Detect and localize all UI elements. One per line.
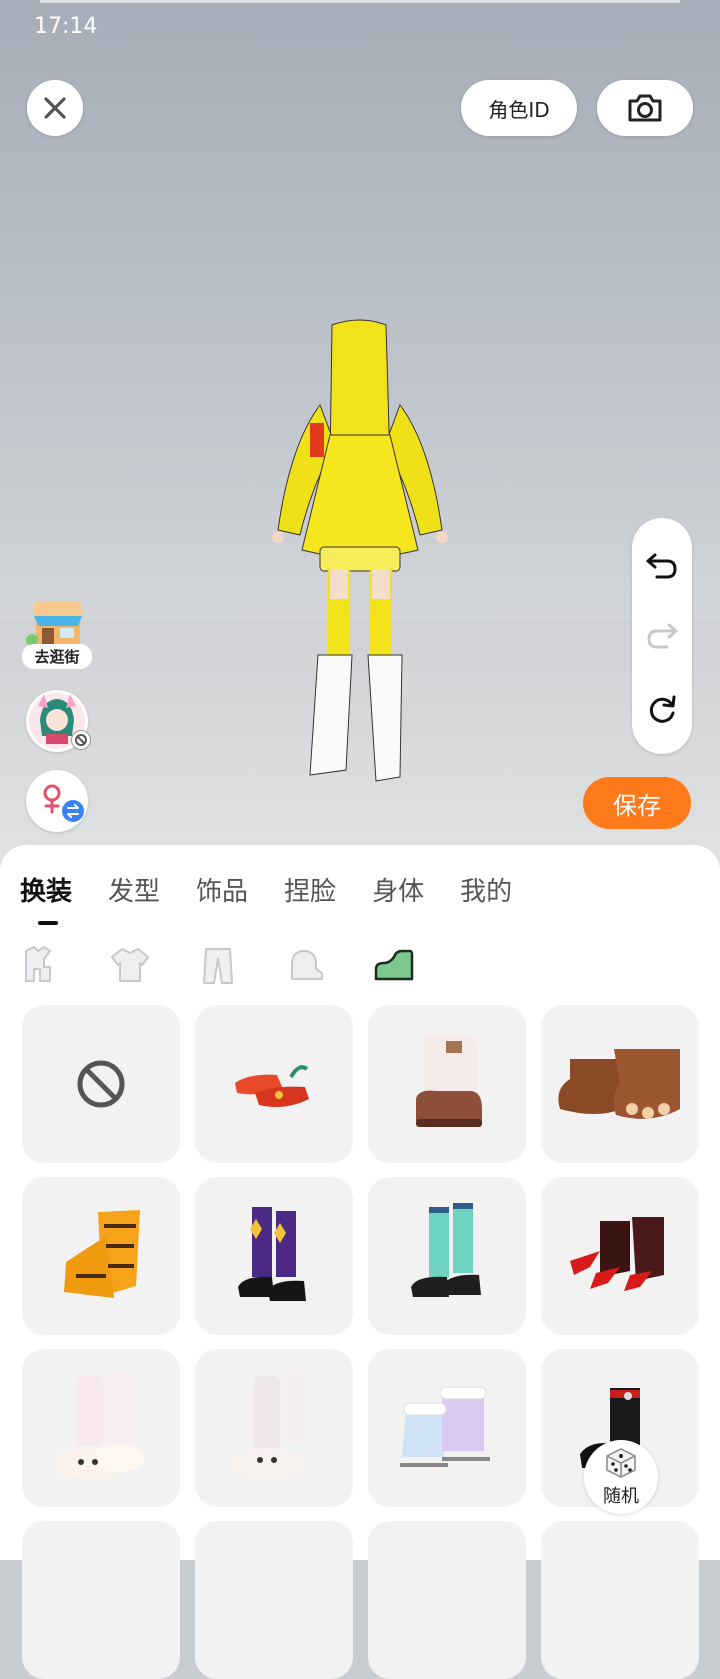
item-animal-paw-shoes[interactable] [541,1005,699,1163]
tab-mine[interactable]: 我的 [460,871,512,908]
socks-icon[interactable] [284,943,328,987]
avatar-stage: 17:14 角色ID 保存 去逛街 [0,0,720,900]
bunny-slippers-icon [55,1372,145,1480]
tiger-boots-icon [64,1210,140,1298]
category-tabs: 换装 发型 饰品 捏脸 身体 我的 [20,871,548,908]
active-tab-indicator [38,921,58,925]
item-partial[interactable] [541,1521,699,1679]
red-shoes-icon [235,1065,309,1107]
go-street-label: 去逛街 [22,644,92,669]
argyle-shoes-icon [238,1207,306,1301]
item-bunny-slippers-pink[interactable] [22,1349,180,1507]
gender-switch-button[interactable] [26,770,88,832]
item-red-flower-shoes[interactable] [195,1005,353,1163]
camera-icon [628,94,662,122]
item-red-claw-boots[interactable] [541,1177,699,1335]
close-button[interactable] [27,80,83,136]
role-id-label: 角色ID [488,97,550,122]
close-icon [44,97,66,119]
tab-hairstyle[interactable]: 发型 [108,871,160,908]
outfit-set-icon[interactable] [20,943,64,987]
tab-accessories[interactable]: 饰品 [196,871,248,908]
status-time: 17:14 [34,14,98,39]
paw-shoes-icon [558,1049,680,1119]
item-partial[interactable] [195,1521,353,1679]
item-partial[interactable] [22,1521,180,1679]
claw-boots-icon [570,1217,664,1291]
shoes-icon[interactable] [372,943,416,987]
item-partial[interactable] [368,1521,526,1679]
subcategory-row [20,943,720,987]
refresh-icon [649,695,676,723]
random-button[interactable]: 随机 [584,1440,658,1514]
item-holographic-ice-skates[interactable] [368,1349,526,1507]
tab-face[interactable]: 捏脸 [284,871,336,908]
pants-icon[interactable] [196,943,240,987]
none-icon [77,1060,125,1108]
tab-outfit[interactable]: 换装 [20,871,72,908]
edit-controls [632,518,692,754]
role-id-button[interactable]: 角色ID [461,80,577,136]
item-teal-socks-mary-janes[interactable] [368,1177,526,1335]
teal-shoes-icon [411,1203,481,1297]
avatar-character[interactable] [260,315,460,795]
item-orange-tiger-boots[interactable] [22,1177,180,1335]
dice-icon [606,1448,636,1478]
undo-button[interactable] [642,546,682,586]
item-fur-brown-boots[interactable] [368,1005,526,1163]
item-argyle-socks-mary-janes[interactable] [195,1177,353,1335]
ice-skates-icon [400,1386,490,1467]
redo-icon [647,623,678,649]
avatar-shortcut-button[interactable] [26,690,91,752]
white-bunny-slippers-icon [232,1370,306,1480]
redo-button[interactable] [642,616,682,656]
shop-icon [26,602,82,646]
save-button[interactable]: 保存 [583,777,691,829]
hidden-badge-icon [71,730,91,750]
fur-boots-icon [416,1035,482,1127]
top-divider [40,0,680,3]
random-label: 随机 [603,1486,639,1507]
tab-body[interactable]: 身体 [372,871,424,908]
camera-button[interactable] [597,80,693,136]
female-switch-icon [43,784,84,822]
undo-icon [646,553,677,579]
item-none[interactable] [22,1005,180,1163]
reset-button[interactable] [642,690,682,730]
top-icon[interactable] [108,943,152,987]
item-bunny-slippers-white[interactable] [195,1349,353,1507]
